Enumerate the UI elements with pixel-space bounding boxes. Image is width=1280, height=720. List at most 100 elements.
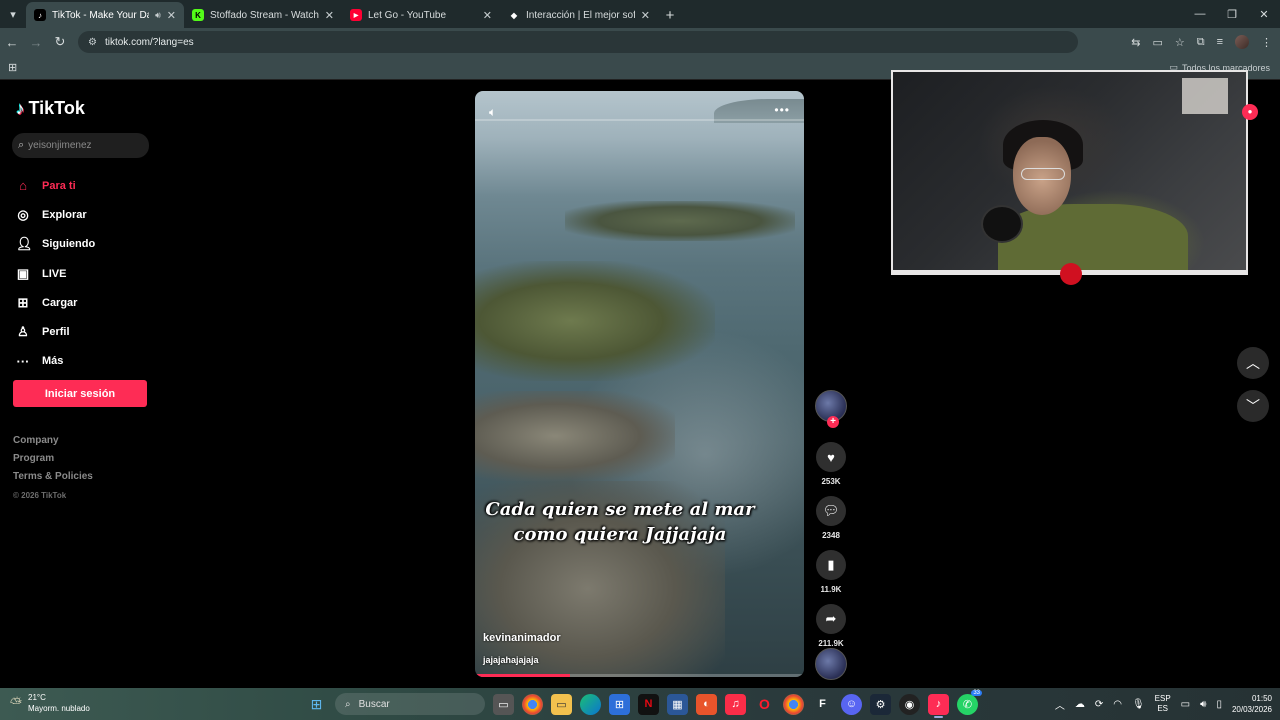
music-icon[interactable]: ♫	[725, 693, 746, 715]
next-creator-avatar[interactable]	[815, 648, 847, 680]
webcam-overlay	[891, 70, 1248, 275]
weather-widget[interactable]: ⛅︎ 21°C Mayorm. nublado	[10, 692, 90, 714]
chevron-up-icon[interactable]: ︿	[1055, 697, 1065, 712]
language-indicator[interactable]: ESP ES	[1155, 694, 1171, 714]
search-input[interactable]	[28, 140, 139, 151]
window-controls: — ❐ ✕	[1184, 0, 1280, 28]
bookmark-star-icon[interactable]: ☆	[1175, 36, 1185, 49]
new-tab-button[interactable]: +	[658, 2, 682, 28]
taskbar-search[interactable]: ⌕ Buscar	[335, 693, 485, 715]
sidebar-item-siguiendo[interactable]: 👤︎ Siguiendo	[16, 230, 95, 259]
calculator-icon[interactable]: ▦	[667, 693, 688, 715]
next-video-button[interactable]: ﹀	[1237, 390, 1269, 422]
search-box[interactable]: ⌕	[12, 133, 149, 158]
video-more-icon[interactable]: •••	[774, 103, 790, 117]
netflix-icon[interactable]: N	[638, 693, 659, 715]
store-icon[interactable]: ⊞	[609, 693, 630, 715]
live-tv-icon: ▣	[16, 265, 30, 281]
tiktok-logo[interactable]: ♪ TikTok	[16, 98, 85, 119]
file-explorer-icon[interactable]: ▭	[551, 693, 572, 715]
minimize-icon[interactable]: —	[1184, 0, 1216, 28]
compass-icon: ◎	[17, 206, 29, 222]
battery-icon[interactable]: ▯	[1216, 699, 1222, 710]
restore-icon[interactable]: ❐	[1216, 0, 1248, 28]
upload-icon: ⊞	[17, 294, 29, 310]
obs-icon[interactable]: ◉	[899, 693, 920, 715]
forward-icon[interactable]: →	[24, 28, 48, 56]
creator-avatar[interactable]: +	[815, 390, 847, 428]
microphone-icon[interactable]: 🎙︎	[1132, 699, 1145, 710]
taskbar-search-label: Buscar	[358, 698, 390, 710]
volume-icon[interactable]: 🔊︎	[1200, 699, 1206, 710]
display-icon[interactable]: ▭	[1181, 699, 1190, 710]
clock[interactable]: 01:50 20/03/2026	[1232, 693, 1272, 715]
heart-icon[interactable]: ♥	[816, 442, 846, 472]
sidebar-item-cargar[interactable]: ⊞ Cargar	[16, 288, 95, 317]
previous-video-button[interactable]: ︿	[1237, 347, 1269, 379]
cast-icon[interactable]: ▭	[1152, 36, 1162, 49]
footer-link-program[interactable]: Program	[13, 453, 93, 471]
comment-icon[interactable]: 💬︎	[816, 496, 846, 526]
chrome-icon[interactable]	[522, 693, 543, 715]
tab-tiktok[interactable]: ♪ TikTok - Make Your Day 🔊︎ ✕	[26, 2, 184, 28]
comment-action[interactable]: 💬︎ 2348	[812, 496, 850, 540]
video-author[interactable]: kevinanimador	[483, 632, 561, 644]
video-player[interactable]: 🔈︎ ••• Cada quien se mete al mar como qu…	[475, 91, 804, 677]
follow-plus-icon[interactable]: +	[827, 416, 839, 428]
opera-icon[interactable]: O	[754, 694, 775, 715]
close-tab-icon[interactable]: ✕	[483, 9, 492, 22]
tab-kick[interactable]: K Stoffado Stream - Watch Live o ✕	[184, 2, 342, 28]
close-window-icon[interactable]: ✕	[1248, 0, 1280, 28]
tiktok-app-icon[interactable]: ♪	[928, 693, 949, 718]
bookmark-icon[interactable]: ▮	[816, 550, 846, 580]
edge-icon[interactable]	[580, 693, 601, 715]
sidebar-item-explorar[interactable]: ◎ Explorar	[16, 200, 95, 229]
profile-avatar[interactable]	[1235, 35, 1249, 49]
extensions-icon[interactable]: ⧉	[1197, 36, 1205, 49]
close-tab-icon[interactable]: ✕	[167, 9, 176, 22]
tab-interaccion[interactable]: ◆ Interacción | El mejor software p ✕	[500, 2, 658, 28]
sidebar-item-para-ti[interactable]: ⌂ Para ti	[16, 171, 95, 200]
share-icon[interactable]: ➦	[816, 604, 846, 634]
sync-icon[interactable]: ⟳	[1095, 699, 1103, 710]
site-info-icon[interactable]: ⚙	[88, 37, 97, 48]
like-action[interactable]: ♥ 253K	[812, 442, 850, 486]
footer-link-terms[interactable]: Terms & Policies	[13, 471, 93, 489]
office-icon[interactable]: ◐	[696, 693, 717, 715]
speaker-icon[interactable]: 🔊︎	[155, 10, 161, 21]
wifi-icon[interactable]: ◠	[1113, 699, 1122, 710]
sidebar-item-label: Siguiendo	[42, 238, 96, 251]
reload-icon[interactable]: ↻	[48, 28, 72, 56]
system-tray: ︿ ☁ ⟳ ◠ 🎙︎ ESP ES ▭ 🔊︎ ▯ 01:50 20/03/202…	[1055, 692, 1272, 716]
start-icon[interactable]: ⊞	[306, 694, 327, 715]
sidebar-item-perfil[interactable]: ♙ Perfil	[16, 317, 95, 346]
save-count: 11.9K	[820, 585, 842, 594]
video-progress-bar[interactable]	[475, 674, 804, 677]
chrome-2-icon[interactable]	[783, 693, 804, 715]
volume-icon[interactable]: 🔈︎	[489, 105, 496, 120]
sidebar-item-live[interactable]: ▣ LIVE	[16, 259, 95, 288]
close-tab-icon[interactable]: ✕	[641, 9, 650, 22]
steam-icon[interactable]: ⚙	[870, 693, 891, 715]
media-control-icon[interactable]: ≡	[1217, 36, 1223, 48]
task-view-icon[interactable]: ▭	[493, 693, 514, 715]
close-tab-icon[interactable]: ✕	[325, 9, 334, 22]
figma-icon[interactable]: F	[812, 694, 833, 715]
tab-youtube[interactable]: ▶ Let Go - YouTube ✕	[342, 2, 500, 28]
login-button[interactable]: Iniciar sesión	[13, 380, 147, 407]
save-action[interactable]: ▮ 11.9K	[812, 550, 850, 594]
translate-icon[interactable]: ⇆	[1131, 36, 1140, 49]
tab-title: Stoffado Stream - Watch Live o	[210, 9, 319, 21]
browser-menu-icon[interactable]: ⋮	[1261, 36, 1272, 49]
apps-grid-icon[interactable]: ⊞	[8, 61, 17, 74]
tab-search-icon[interactable]: ▾	[0, 0, 26, 28]
sidebar-item-mas[interactable]: ··· Más	[16, 347, 95, 376]
footer-link-company[interactable]: Company	[13, 435, 93, 453]
onedrive-icon[interactable]: ☁	[1075, 699, 1085, 710]
whatsapp-icon[interactable]: ✆ 33	[957, 689, 982, 715]
back-icon[interactable]: ←	[0, 28, 24, 56]
share-action[interactable]: ➦ 211.9K	[812, 604, 850, 648]
url-bar[interactable]: ⚙ tiktok.com/?lang=es	[78, 31, 1078, 53]
discord-icon[interactable]: ☺	[841, 693, 862, 715]
youtube-icon: ▶	[350, 9, 362, 21]
